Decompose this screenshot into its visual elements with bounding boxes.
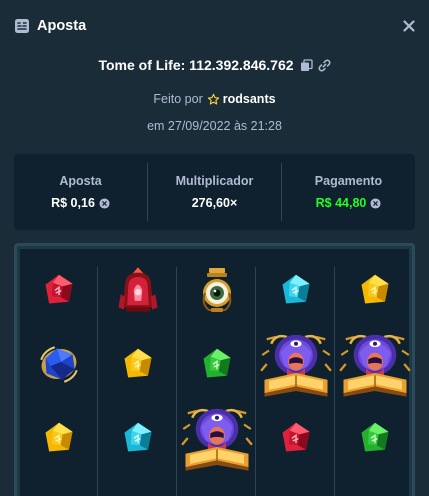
author-prefix: Feito por [153,92,203,106]
multiplier-label: Multiplicador [175,174,254,188]
wizard-book-icon [339,328,411,400]
multiplier-stat: Multiplicador 276,60× [147,163,281,221]
slot-cell-wizard-book [178,401,256,475]
slot-cell-cyan-gem [99,401,177,475]
yellow-gem-icon [41,420,77,456]
cyan-gem-icon [120,420,156,456]
wizard-book-icon [260,328,332,400]
red-gem-icon [41,272,77,308]
slot-cell-red-gem [257,401,335,475]
bet-amount-value: R$ 0,16 [51,196,95,210]
green-gem-icon [199,346,235,382]
bet-amount-stat: Aposta R$ 0,16 [14,163,147,221]
author-username[interactable]: rodsants [223,92,276,106]
slot-cell-yellow-gem [336,253,414,327]
game-title: Tome of Life: 112.392.846.762 [98,57,294,73]
slot-cell-blue-sapphire [20,327,98,401]
red-gem-icon [278,420,314,456]
link-icon[interactable] [318,59,331,72]
slot-reels [20,249,409,496]
payout-label: Pagamento [314,174,383,188]
author-row: Feito por rodsants [0,92,429,106]
slot-cell-golden-eye-lantern [178,253,256,327]
slot-cell-yellow-gem [99,327,177,401]
yellow-gem-icon [357,272,393,308]
modal-title: Aposta [37,18,87,34]
bet-slip-icon [14,18,30,34]
slot-cell-wizard-book [257,327,335,401]
yellow-gem-icon [120,346,156,382]
close-icon[interactable] [400,17,418,35]
slot-cell-yellow-gem [20,401,98,475]
slot-cell-green-gem [336,401,414,475]
slot-cell-red-amulet [99,253,177,327]
payout-stat: Pagamento R$ 44,80 [281,163,415,221]
star-icon [207,93,220,106]
slot-cell-green-gem [178,327,256,401]
green-gem-icon [357,420,393,456]
currency-coin-icon [99,197,110,209]
wizard-book-icon [181,402,253,474]
red-amulet-icon [112,264,164,316]
bet-amount-label: Aposta [59,174,102,188]
slot-board [14,243,415,496]
bet-summary-panel: Aposta R$ 0,16 Multiplicador 276,60× Pag… [14,154,415,230]
payout-value: R$ 44,80 [315,196,367,210]
slot-cell-red-gem [20,253,98,327]
bet-date: em 27/09/2022 às 21:28 [147,119,282,133]
golden-eye-lantern-icon [193,266,241,314]
modal-header: Aposta [0,0,429,52]
currency-coin-icon [370,197,381,209]
bet-amount-value-row: R$ 0,16 [51,196,110,210]
slot-cell-cyan-gem [257,253,335,327]
slot-cell-wizard-book [336,327,414,401]
cyan-gem-icon [278,272,314,308]
blue-sapphire-icon [36,341,82,387]
multiplier-value: 276,60× [191,196,238,210]
payout-value-row: R$ 44,80 [316,196,382,210]
copy-icon[interactable] [300,58,313,72]
game-title-row: Tome of Life: 112.392.846.762 [0,57,429,73]
